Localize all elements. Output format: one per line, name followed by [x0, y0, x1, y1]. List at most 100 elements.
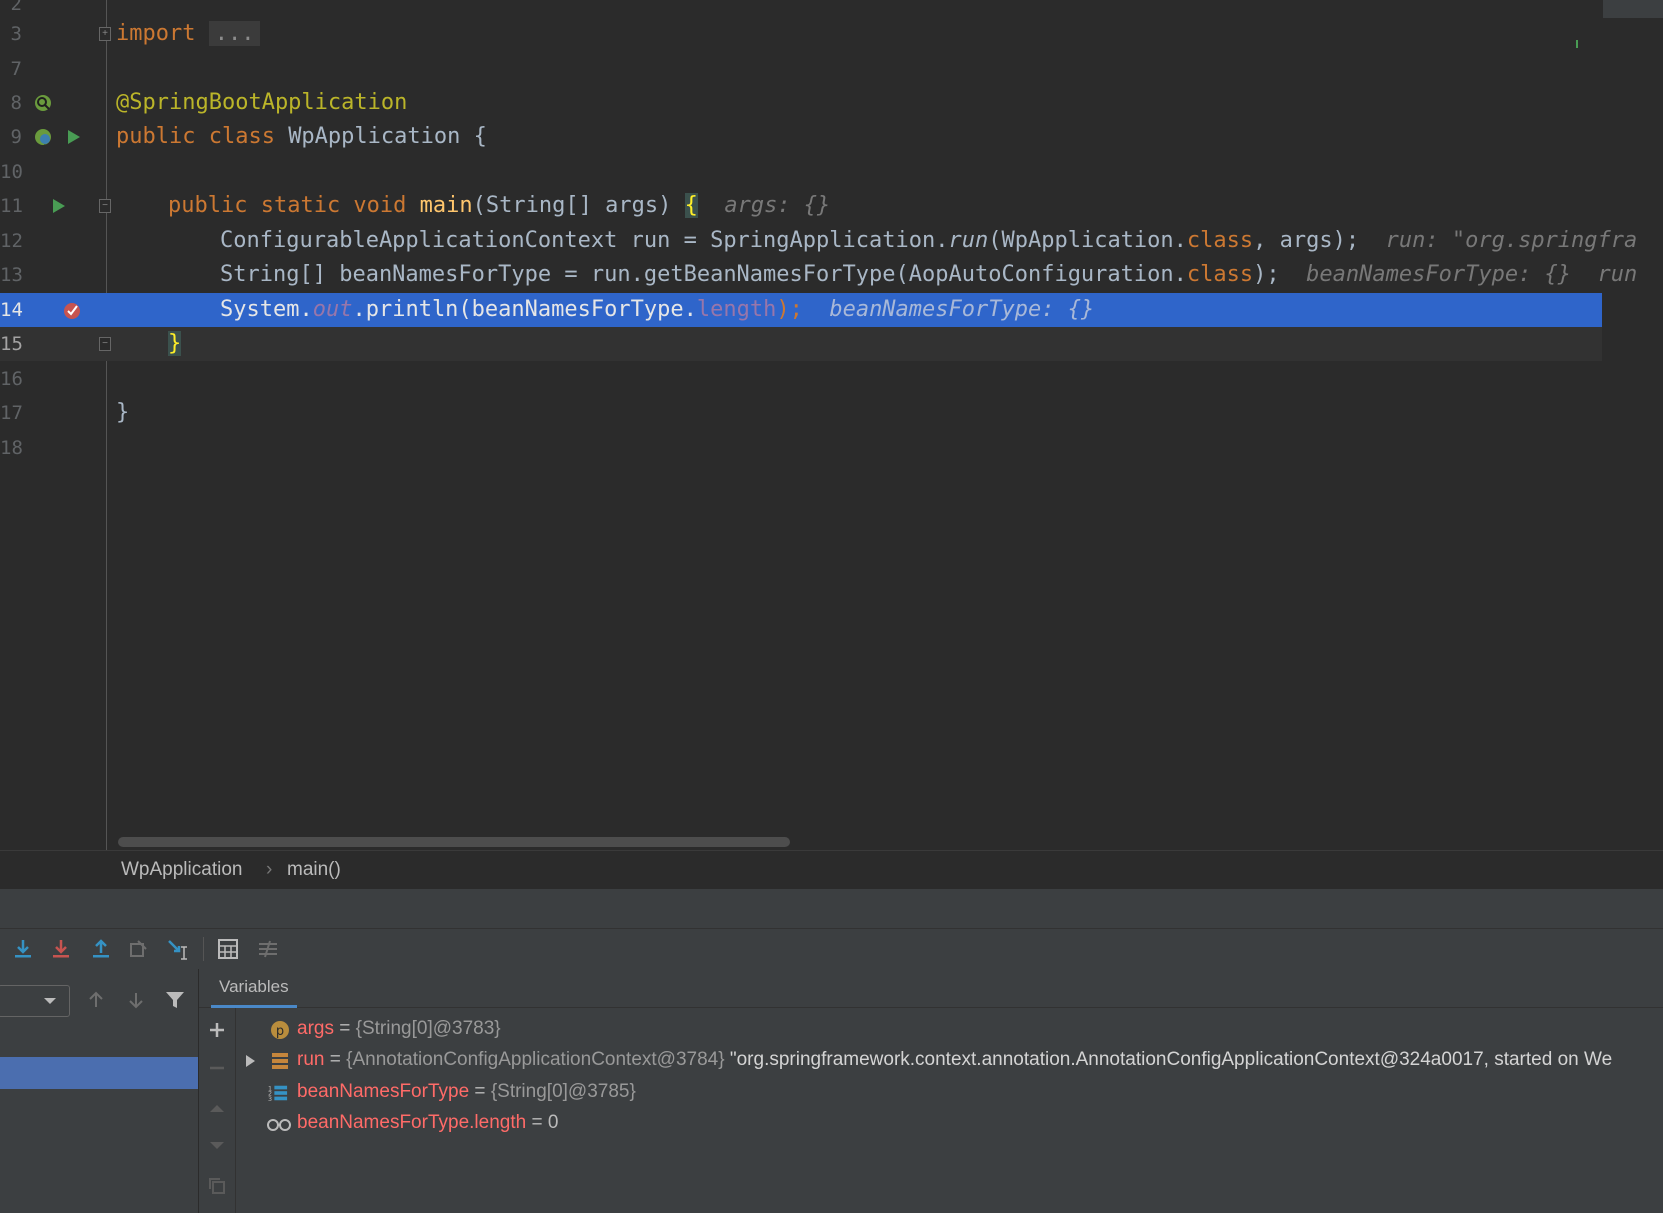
code-line[interactable]: 10 [0, 155, 1600, 189]
method-declaration: public static void main(String[] args) {… [168, 189, 830, 223]
code-line[interactable]: 16 [0, 362, 1600, 396]
fold-collapse-icon[interactable]: − [99, 199, 111, 213]
matched-brace: { [684, 193, 698, 218]
code-text: String[] beanNamesForType = run.getBeanN… [220, 262, 1187, 287]
chevron-down-icon [44, 998, 56, 1004]
annotation: @SpringBootApplication [116, 90, 408, 115]
static-method: run [948, 228, 989, 253]
field-icon [272, 1053, 288, 1069]
tab-variables[interactable]: Variables [211, 969, 297, 1008]
copy-icon[interactable] [207, 1176, 227, 1196]
selected-frame[interactable] [0, 1057, 198, 1089]
thread-selector[interactable] [0, 985, 70, 1017]
error-stripe-marker[interactable] [1576, 40, 1578, 48]
line-number: 13 [0, 264, 23, 286]
equals: = [324, 1049, 347, 1070]
frames-panel [0, 969, 199, 1213]
variable-name: run [297, 1049, 325, 1070]
breadcrumb-separator: › [266, 859, 273, 880]
code-editor[interactable]: 2 3 + import ... 7 8 @SpringBootApplicat… [0, 0, 1663, 850]
equals: = [333, 1018, 356, 1039]
keyword: public class [116, 124, 289, 149]
import-keyword: import [116, 21, 196, 46]
code-line[interactable]: 3 + import ... [0, 17, 1600, 51]
variable-tostring: "org.springframework.context.annotation.… [724, 1049, 1613, 1070]
inline-debug-value: beanNamesForType: {} [1306, 262, 1572, 287]
static-field: out [312, 297, 353, 322]
add-watch-icon[interactable] [207, 1020, 227, 1040]
code-line[interactable]: 12 ConfigurableApplicationContext run = … [0, 224, 1637, 258]
code-text: System. [220, 297, 313, 322]
code-text: ); [776, 297, 803, 322]
inline-debug-value: run: "org.springfra [1385, 228, 1638, 253]
fold-expand-icon[interactable]: + [99, 27, 111, 41]
svg-text:3: 3 [268, 1096, 272, 1103]
run-icon[interactable] [48, 196, 68, 216]
line-number: 7 [10, 58, 22, 80]
trace-stream-icon[interactable] [255, 937, 281, 961]
code-line[interactable]: 17 } [0, 396, 1600, 430]
current-execution-line[interactable]: 14 System.out.println(beanNamesForType.l… [0, 293, 1602, 327]
watch-glasses-icon [267, 1119, 291, 1131]
code-line[interactable]: 13 String[] beanNamesForType = run.getBe… [0, 258, 1637, 292]
code-text: ConfigurableApplicationContext run = Spr… [220, 228, 949, 253]
import-statement: import ... [116, 17, 261, 51]
code-text: ); [1253, 262, 1280, 287]
code-line[interactable]: 7 [0, 52, 1600, 86]
line-number: 16 [0, 368, 23, 390]
breadcrumb: WpApplication › main() [0, 850, 1663, 889]
move-up-icon[interactable] [207, 1098, 227, 1118]
breakpoint-icon[interactable] [62, 300, 82, 320]
line-number: 10 [0, 161, 23, 183]
svg-text:p: p [276, 1024, 284, 1039]
line-number: 11 [0, 195, 23, 217]
class-declaration: public class WpApplication { [116, 120, 487, 154]
step-out-icon[interactable] [88, 937, 114, 961]
statement: String[] beanNamesForType = run.getBeanN… [220, 258, 1637, 292]
spring-bean-search-icon[interactable] [33, 93, 53, 113]
method-name: main [419, 193, 473, 218]
breadcrumb-method[interactable]: main() [287, 859, 341, 881]
code-text: , args); [1253, 228, 1360, 253]
variable-name: beanNamesForType.length [297, 1112, 527, 1133]
code-text: (WpApplication. [988, 228, 1187, 253]
move-down-icon[interactable] [207, 1136, 227, 1156]
line-number: 8 [10, 92, 22, 114]
step-into-icon[interactable] [10, 937, 36, 961]
force-step-into-icon[interactable] [48, 937, 74, 961]
array-icon: 123 [268, 1085, 288, 1103]
spring-app-icon[interactable] [33, 127, 53, 147]
keyword: class [1186, 228, 1254, 253]
code-line[interactable]: 11 − public static void main(String[] ar… [0, 189, 1600, 223]
line-number: 9 [10, 126, 22, 148]
collapsed-imports[interactable]: ... [208, 21, 261, 46]
keyword: public static void [168, 193, 420, 218]
inline-debug-value: beanNamesForType: {} [829, 297, 1095, 322]
equals: = [469, 1081, 491, 1102]
code-line[interactable]: 8 @SpringBootApplication [0, 86, 1600, 120]
variable-value: {String[0]@3785} [490, 1081, 636, 1102]
line-number: 17 [0, 402, 23, 424]
filter-icon[interactable] [164, 989, 186, 1011]
toolbar-separator [203, 937, 204, 961]
remove-watch-icon[interactable] [207, 1058, 227, 1078]
horizontal-scrollbar[interactable] [118, 837, 790, 847]
run-icon[interactable] [63, 127, 83, 147]
drop-frame-icon[interactable] [126, 937, 152, 961]
fold-end-icon[interactable]: − [99, 337, 111, 351]
code-text: .println(beanNamesForType. [352, 297, 697, 322]
run-to-cursor-icon[interactable] [166, 937, 192, 961]
evaluate-expression-icon[interactable] [215, 937, 241, 961]
expand-arrow-icon[interactable] [242, 1051, 258, 1071]
code-line[interactable]: 9 public class WpApplication { [0, 120, 1600, 154]
line-number: 12 [0, 230, 23, 252]
code-line[interactable]: 15 − } [0, 327, 1602, 361]
field: length [696, 297, 777, 322]
arrow-up-icon[interactable] [85, 989, 107, 1011]
closing-brace: } [116, 400, 130, 425]
variable-value: {AnnotationConfigApplicationContext@3784… [346, 1049, 725, 1070]
code-line[interactable]: 18 [0, 431, 1600, 465]
breadcrumb-class[interactable]: WpApplication [121, 859, 242, 881]
statement: ConfigurableApplicationContext run = Spr… [220, 224, 1637, 258]
arrow-down-icon[interactable] [125, 989, 147, 1011]
